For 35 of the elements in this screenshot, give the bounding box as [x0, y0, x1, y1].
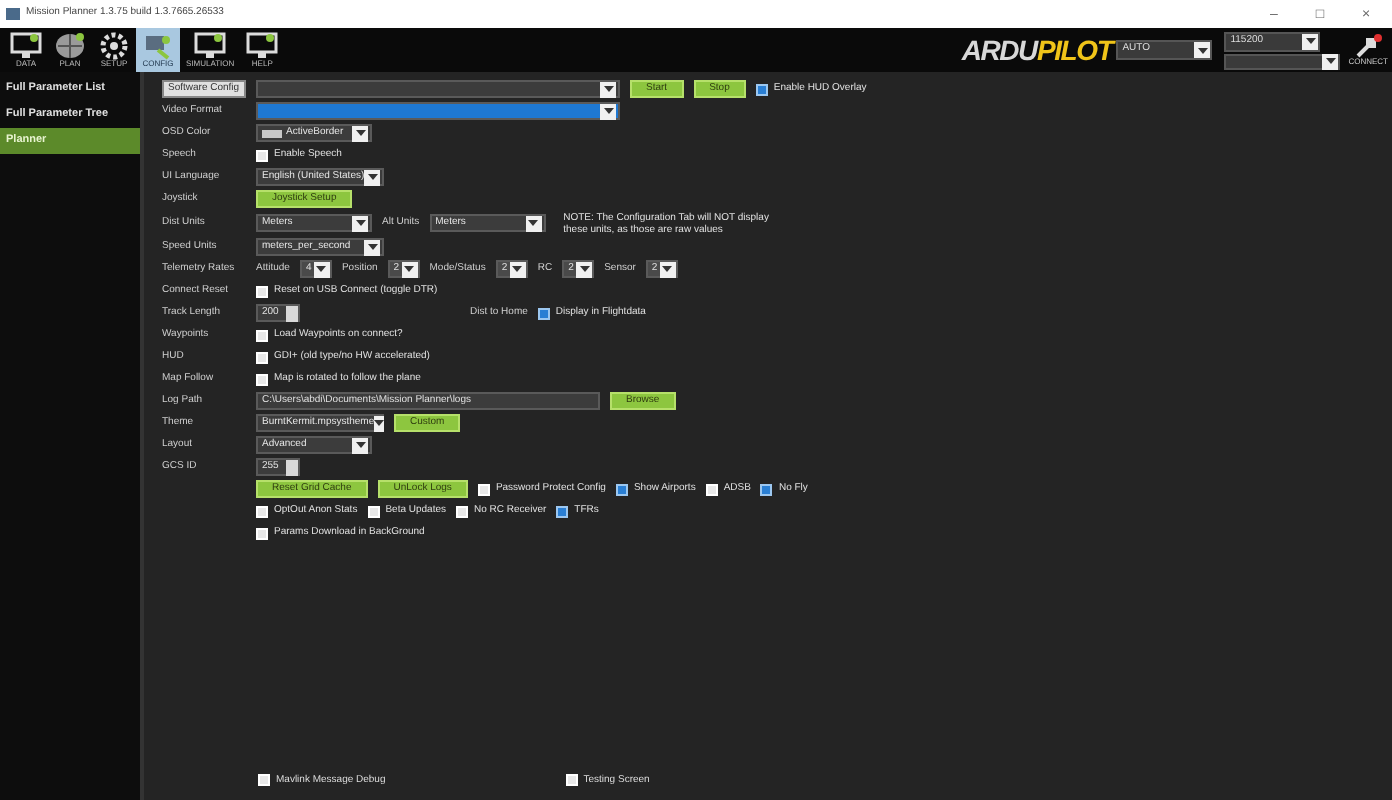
dropdown-arrow-icon	[374, 415, 385, 431]
port-dropdown[interactable]	[1224, 53, 1341, 69]
dropdown-arrow-icon	[600, 103, 616, 119]
dropdown-arrow-icon	[352, 125, 368, 141]
dropdown-arrow-icon	[1194, 42, 1211, 58]
globe-icon	[54, 32, 86, 60]
spinner-arrows-icon	[286, 305, 298, 321]
checkbox[interactable]	[755, 83, 768, 95]
dropdown[interactable]	[256, 80, 620, 98]
gear-icon	[98, 32, 130, 60]
dropdown-arrow-icon	[364, 239, 380, 255]
checkbox[interactable]	[537, 307, 550, 319]
app-icon	[6, 8, 20, 20]
monitor-icon	[194, 32, 227, 60]
dropdown-arrow-icon	[313, 261, 330, 277]
monitor-icon	[10, 32, 42, 60]
dropdown[interactable]	[256, 102, 620, 120]
dropdown-arrow-icon	[525, 215, 542, 231]
dropdown-arrow-icon	[364, 169, 380, 185]
dropdown-arrow-icon	[352, 437, 368, 453]
dropdown-arrow-icon	[352, 215, 368, 231]
dropdown-arrow-icon	[600, 81, 616, 97]
logo: ARDUPILOT	[961, 36, 1113, 64]
checkbox[interactable]	[556, 505, 569, 517]
dropdown-arrow-icon	[576, 261, 593, 277]
monitor-icon	[246, 32, 279, 60]
color-swatch	[262, 129, 282, 137]
dropdown-arrow-icon	[1302, 33, 1319, 49]
spinner-arrows-icon	[286, 459, 298, 475]
checkbox[interactable]	[615, 483, 628, 495]
plug-icon	[1354, 34, 1383, 58]
dropdown-arrow-icon	[509, 261, 526, 277]
dropdown-arrow-icon	[659, 261, 676, 277]
checkbox[interactable]	[760, 483, 773, 495]
dropdown-arrow-icon	[401, 261, 418, 277]
